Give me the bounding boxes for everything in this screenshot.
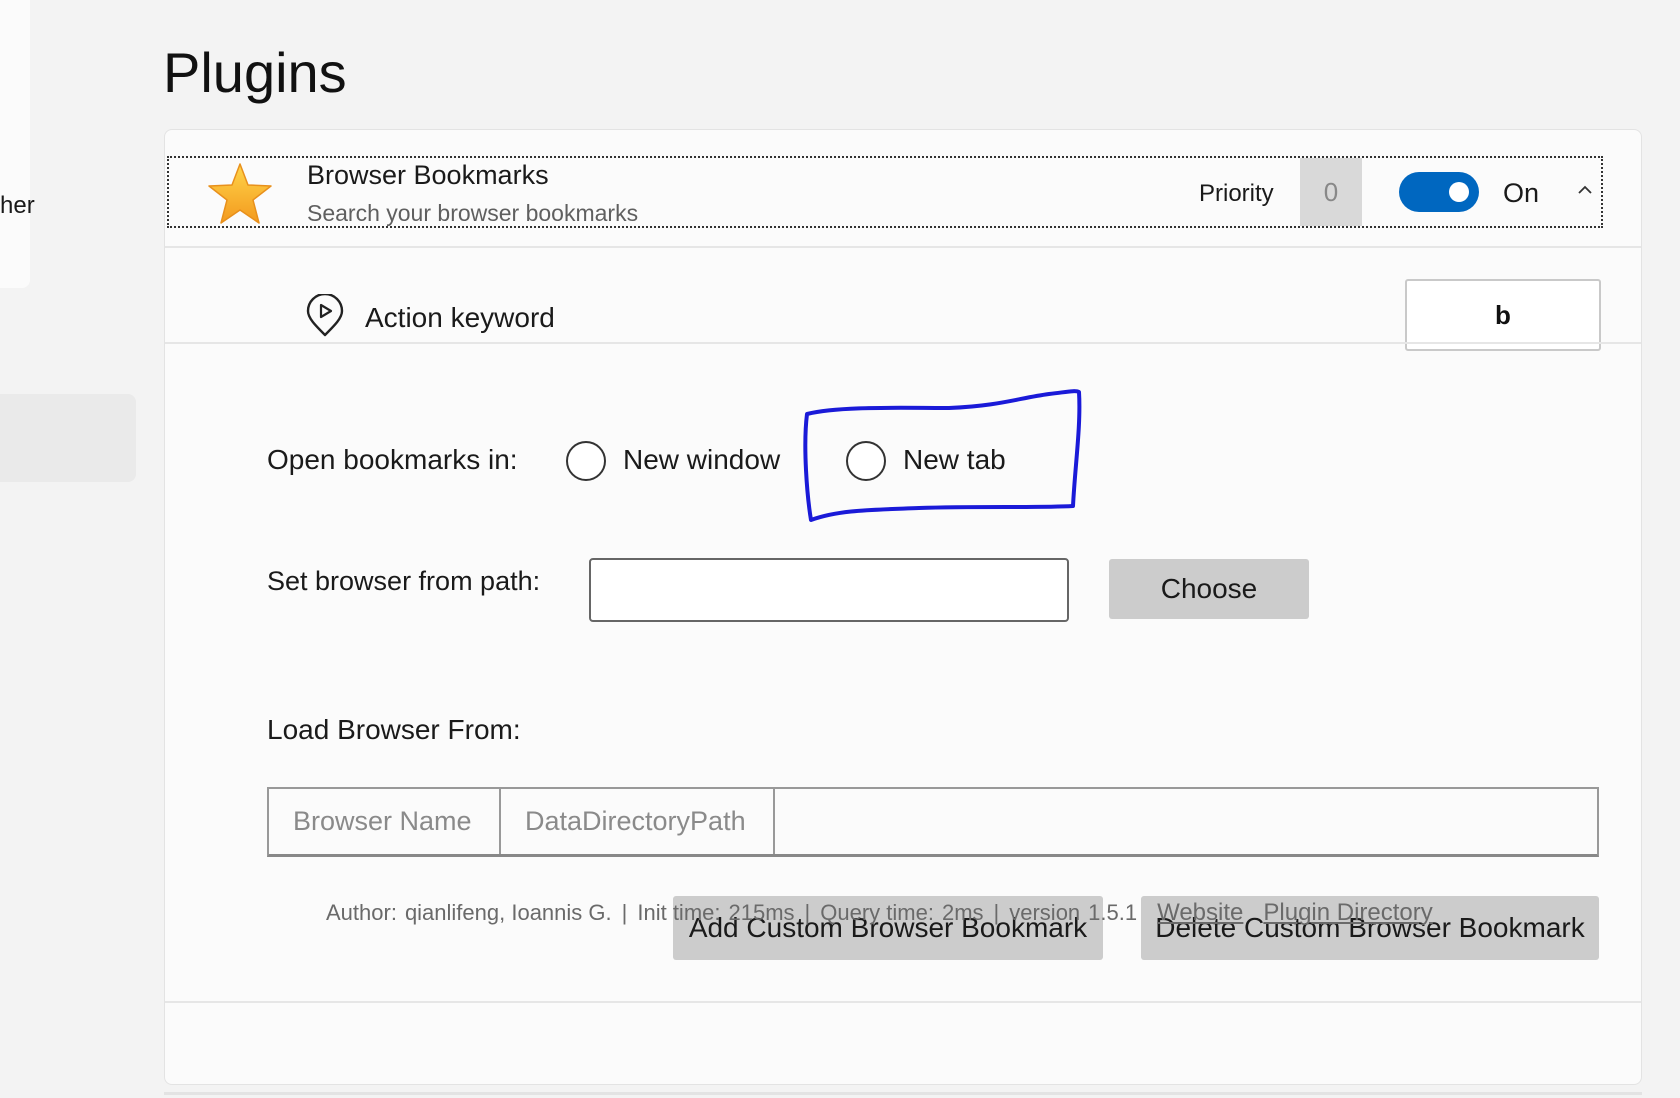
divider bbox=[165, 246, 1641, 248]
column-header-browser-name[interactable]: Browser Name bbox=[269, 789, 501, 854]
sidebar-panel bbox=[0, 0, 30, 288]
action-keyword-button[interactable]: b bbox=[1405, 279, 1601, 351]
website-link[interactable]: Website bbox=[1157, 899, 1243, 927]
chevron-up-icon[interactable] bbox=[1575, 180, 1595, 200]
divider bbox=[165, 342, 1641, 344]
browser-path-label: Set browser from path: bbox=[267, 566, 541, 596]
separator: | bbox=[621, 900, 628, 925]
query-time-label: Query time: bbox=[820, 900, 934, 925]
star-icon bbox=[208, 163, 272, 224]
sidebar-item-label[interactable]: her bbox=[0, 192, 35, 220]
plugin-footer: Author: qianlifeng, Ioannis G. | Init ti… bbox=[326, 893, 1433, 933]
author-value: qianlifeng, Ioannis G. bbox=[404, 900, 612, 925]
sidebar-item-selected[interactable] bbox=[0, 394, 136, 482]
radio-new-window[interactable] bbox=[566, 441, 606, 481]
author-label: Author: bbox=[326, 900, 397, 925]
open-bookmarks-label: Open bookmarks in: bbox=[267, 444, 518, 475]
init-time-label: Init time: bbox=[637, 900, 721, 925]
init-time-value: 215ms bbox=[728, 900, 795, 925]
highlight-annotation bbox=[803, 389, 1082, 522]
version-label: version bbox=[1009, 900, 1081, 925]
query-time-value: 2ms bbox=[941, 900, 984, 925]
column-header-data-directory-path[interactable]: DataDirectoryPath bbox=[501, 789, 775, 854]
plugin-directory-link[interactable]: Plugin Directory bbox=[1263, 899, 1432, 927]
priority-label: Priority bbox=[1199, 180, 1274, 207]
separator: | bbox=[804, 900, 811, 925]
toggle-knob bbox=[1449, 182, 1469, 202]
next-card-edge bbox=[164, 1092, 1642, 1095]
page-title: Plugins bbox=[163, 41, 347, 104]
plugin-description: Search your browser bookmarks bbox=[307, 200, 639, 226]
plugin-header[interactable]: Browser Bookmarks Search your browser bo… bbox=[167, 156, 1603, 228]
load-browser-label: Load Browser From: bbox=[267, 714, 521, 745]
plugin-card: Browser Bookmarks Search your browser bo… bbox=[164, 129, 1642, 1085]
radio-new-window-label[interactable]: New window bbox=[623, 444, 780, 476]
action-keyword-label: Action keyword bbox=[365, 302, 555, 333]
toggle-state-label: On bbox=[1503, 178, 1540, 208]
grid-empty-area bbox=[775, 789, 1597, 854]
action-keyword-icon bbox=[306, 294, 344, 337]
browser-path-input[interactable] bbox=[589, 558, 1069, 622]
divider bbox=[165, 1001, 1641, 1003]
plugin-name: Browser Bookmarks bbox=[307, 160, 549, 190]
plugin-enable-toggle[interactable] bbox=[1399, 172, 1479, 212]
browser-data-grid[interactable]: Browser Name DataDirectoryPath bbox=[267, 787, 1599, 857]
version-value: 1.5.1 bbox=[1088, 900, 1138, 925]
choose-button[interactable]: Choose bbox=[1109, 559, 1309, 619]
priority-button[interactable]: 0 bbox=[1300, 158, 1362, 226]
separator: | bbox=[993, 900, 1000, 925]
